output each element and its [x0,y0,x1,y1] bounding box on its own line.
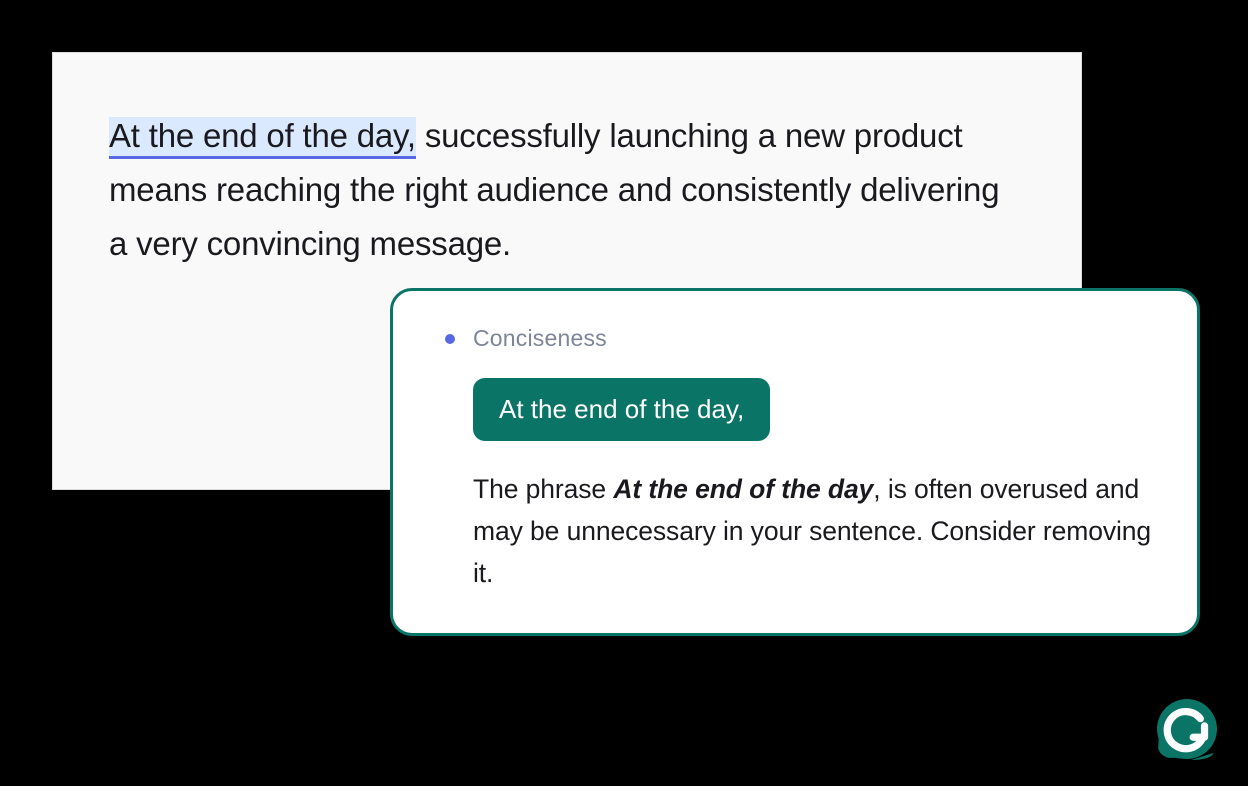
suggestion-header: Conciseness [445,325,1155,352]
category-dot-icon [445,334,455,344]
grammarly-logo-icon[interactable] [1154,696,1220,762]
suggestion-description: The phrase At the end of the day, is oft… [473,469,1155,595]
suggestion-desc-bold: At the end of the day [613,474,873,504]
highlighted-phrase[interactable]: At the end of the day, [109,117,416,159]
editor-text[interactable]: At the end of the day, successfully laun… [109,109,1021,270]
suggestion-category: Conciseness [473,325,607,352]
suggestion-chip[interactable]: At the end of the day, [473,378,770,441]
suggestion-card[interactable]: Conciseness At the end of the day, The p… [390,288,1200,636]
suggestion-desc-prefix: The phrase [473,474,613,504]
